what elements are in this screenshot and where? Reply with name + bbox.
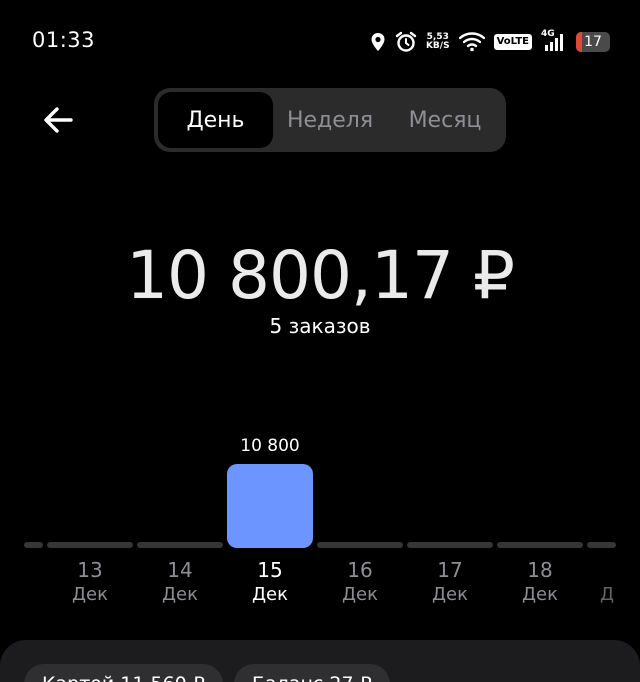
month-label-15: Дек xyxy=(251,584,288,605)
period-selector: День Неделя Месяц xyxy=(154,88,506,152)
wifi-icon xyxy=(458,32,485,52)
alarm-icon xyxy=(395,31,417,53)
day-label-15[interactable]: 15 xyxy=(230,558,310,582)
month-label-partial: Д xyxy=(600,584,615,605)
month-label-14: Дек xyxy=(161,584,198,605)
day-label-18[interactable]: 18 xyxy=(500,558,580,582)
month-label-18: Дек xyxy=(521,584,558,605)
day-label-16[interactable]: 16 xyxy=(320,558,400,582)
status-icons: 5,53 KB/S VoLTE 4G 17 xyxy=(370,29,610,54)
location-icon xyxy=(370,32,386,52)
bottom-panel: Картой 11 560 ₽ Баланс 27 ₽ xyxy=(0,640,640,682)
month-label-16: Дек xyxy=(341,584,378,605)
day-label-13[interactable]: 13 xyxy=(50,558,130,582)
network-speed-unit: KB/S xyxy=(425,41,450,51)
chart-bar-value-label: 10 800 xyxy=(240,436,300,456)
day-label-17[interactable]: 17 xyxy=(410,558,490,582)
orders-count: 5 заказов xyxy=(269,314,371,338)
month-label-13: Дек xyxy=(71,584,108,605)
battery-level: 17 xyxy=(584,34,602,50)
chart-bar-19[interactable] xyxy=(587,542,616,548)
network-type: 4G xyxy=(541,29,555,39)
day-label-14[interactable]: 14 xyxy=(140,558,220,582)
tab-month[interactable]: Месяц xyxy=(390,92,500,148)
chart-bar-15[interactable] xyxy=(227,464,313,548)
cellular-signal-icon: 4G xyxy=(541,29,567,52)
balance-chip[interactable]: Баланс 27 ₽ xyxy=(234,664,390,682)
tab-day[interactable]: День xyxy=(158,92,273,148)
chart-bar-18[interactable] xyxy=(497,542,583,548)
chart-bar-16[interactable] xyxy=(317,542,403,548)
card-payment-chip[interactable]: Картой 11 560 ₽ xyxy=(24,664,223,682)
chart-bar-14[interactable] xyxy=(137,542,223,548)
network-speed: 5,53 KB/S xyxy=(426,33,450,51)
battery-icon: 17 xyxy=(576,32,610,52)
status-time: 01:33 xyxy=(32,28,96,52)
chart-bar-13[interactable] xyxy=(47,542,133,548)
tab-week[interactable]: Неделя xyxy=(276,92,384,148)
earnings-chart: 10 800 13 Дек 14 Дек 15 Дек 16 Дек 17 Дек 18 Дек Д xyxy=(0,430,640,630)
volte-badge: VoLTE xyxy=(493,34,532,50)
earnings-amount: 10 800,17 ₽ xyxy=(126,237,515,314)
status-bar: 01:33 5,53 KB/S VoLTE 4G 17 xyxy=(0,0,640,80)
chart-bar-12[interactable] xyxy=(24,542,43,548)
chart-bar-17[interactable] xyxy=(407,542,493,548)
back-button[interactable] xyxy=(36,98,80,142)
month-label-17: Дек xyxy=(431,584,468,605)
arrow-left-icon xyxy=(44,107,73,133)
